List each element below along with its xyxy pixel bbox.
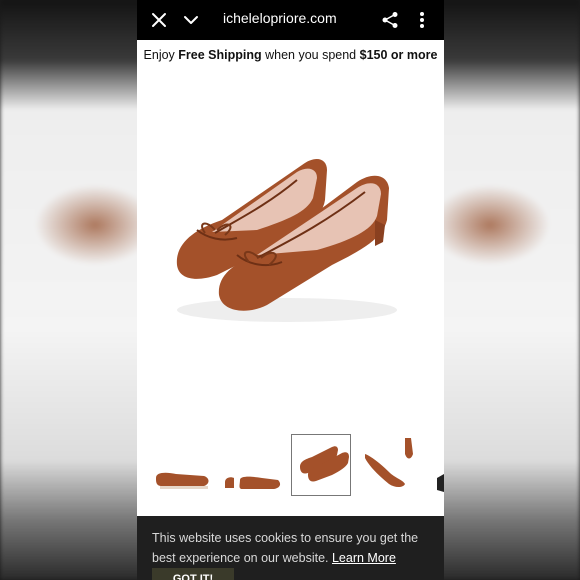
thumbnail-4[interactable] [361,434,421,496]
url-text[interactable]: ichelelopriore.com [223,10,337,26]
learn-more-link[interactable]: Learn More [332,551,396,565]
cookie-message: This website uses cookies to ensure you … [152,528,437,568]
thumbnail-1[interactable] [152,434,212,496]
promo-bold-shipping: Free Shipping [178,48,262,62]
browser-toolbar: ichelelopriore.com [137,0,444,40]
promo-prefix: Enjoy [143,48,179,62]
promo-middle: when you spend [261,48,360,62]
thumbnail-2[interactable] [222,434,282,496]
cookie-banner: This website uses cookies to ensure you … [137,516,444,580]
free-shipping-banner: Enjoy Free Shipping when you spend $150 … [137,40,444,70]
close-icon[interactable] [147,8,171,32]
mobile-screen: ichelelopriore.com Enjoy Free Shipping w… [137,0,444,580]
promo-bold-amount: $150 or more [359,48,438,62]
share-icon[interactable] [378,8,402,32]
more-vert-icon[interactable] [410,8,434,32]
thumbnail-5[interactable] [431,434,444,496]
product-image[interactable] [137,70,444,425]
thumbnail-strip [137,430,444,500]
chevron-down-icon[interactable] [179,8,203,32]
got-it-button[interactable]: GOT IT! [152,568,234,580]
thumbnail-3-selected[interactable] [291,434,351,496]
